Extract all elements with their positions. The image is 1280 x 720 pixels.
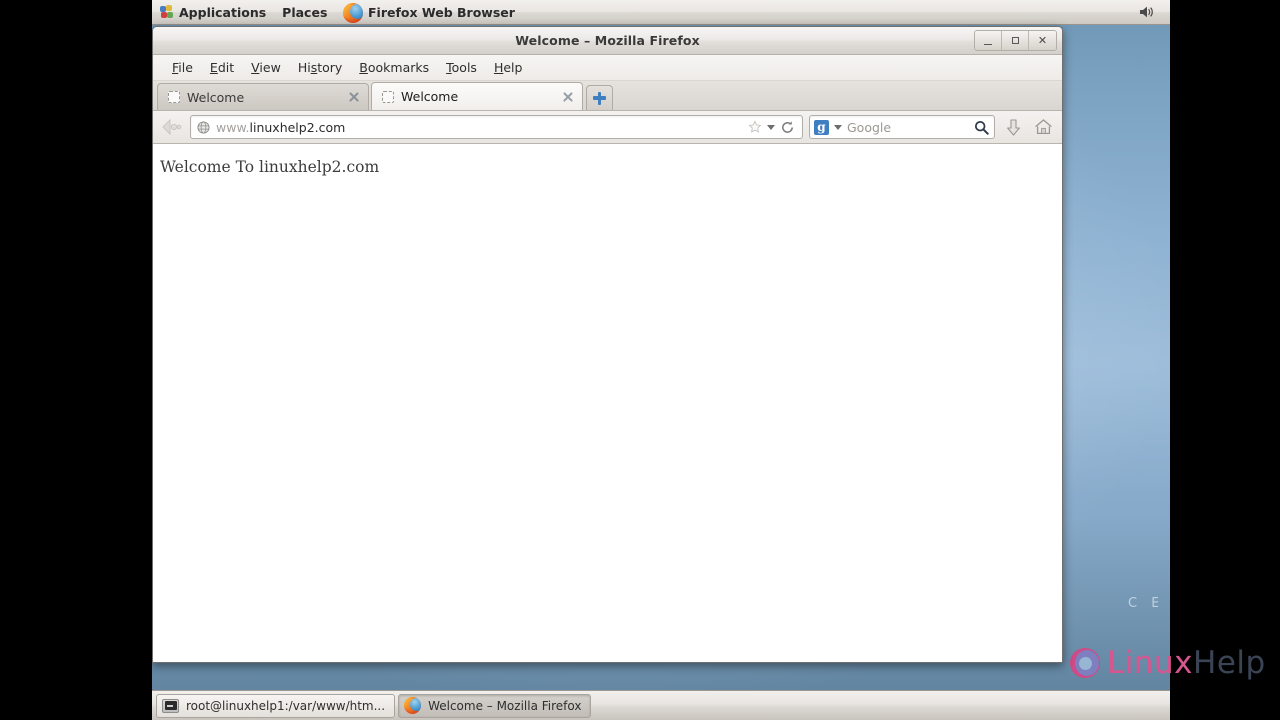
firefox-icon (343, 2, 363, 23)
search-icon[interactable] (974, 120, 989, 135)
window-title: Welcome – Mozilla Firefox (515, 33, 700, 48)
menu-bookmarks[interactable]: Bookmarks (352, 58, 436, 77)
terminal-icon (162, 698, 179, 713)
url-host: linuxhelp2.com (249, 119, 346, 135)
tab-label: Welcome (401, 89, 459, 104)
maximize-button[interactable] (1002, 31, 1029, 50)
home-icon (1034, 119, 1052, 135)
plus-icon (593, 91, 606, 105)
downloads-arrow-icon (1006, 118, 1020, 136)
new-tab-button[interactable] (586, 85, 613, 110)
linuxhelp-watermark: LinuxHelp (1070, 645, 1266, 681)
taskbar-item-terminal[interactable]: root@linuxhelp1:/var/www/htm... (156, 693, 396, 718)
downloads-button[interactable] (1001, 115, 1025, 139)
wordmark-linux: Linux (1107, 645, 1194, 681)
tab-strip: Welcome Welcome (153, 81, 1062, 111)
menu-bar: File Edit View History Bookmarks Tools H… (153, 55, 1062, 81)
menu-file[interactable]: File (165, 58, 200, 77)
applications-menu[interactable]: Applications (152, 1, 274, 24)
volume-icon[interactable] (1138, 5, 1156, 19)
menu-view[interactable]: View (244, 58, 288, 77)
menu-history[interactable]: History (291, 58, 349, 77)
close-button[interactable]: ✕ (1029, 31, 1056, 50)
page-heading: Welcome To linuxhelp2.com (160, 158, 380, 176)
taskbar-item-label: root@linuxhelp1:/var/www/htm... (186, 698, 386, 713)
centos-watermark: C E (1128, 596, 1158, 611)
tab-label: Welcome (187, 89, 245, 105)
menu-edit[interactable]: Edit (203, 58, 241, 77)
minimize-button[interactable] (975, 31, 1002, 50)
address-bar-actions (748, 120, 798, 135)
taskbar-item-label: Welcome – Mozilla Firefox (428, 698, 582, 713)
tab-close-icon[interactable] (561, 90, 575, 104)
firefox-icon (404, 697, 422, 714)
menu-help[interactable]: Help (487, 58, 530, 77)
google-g-logo[interactable]: g (814, 119, 829, 135)
window-controls: ✕ (974, 30, 1057, 51)
search-engine-chevron-icon[interactable] (834, 124, 842, 130)
menu-tools[interactable]: Tools (439, 58, 484, 77)
tab-close-icon[interactable] (347, 90, 361, 104)
places-menu-label: Places (282, 4, 328, 20)
firefox-window: Welcome – Mozilla Firefox ✕ File Edit Vi… (152, 26, 1063, 663)
window-list-taskbar: root@linuxhelp1:/var/www/htm... Welcome … (152, 690, 1170, 720)
globe-icon (197, 120, 210, 134)
star-icon[interactable] (748, 120, 762, 134)
back-forward-icon (162, 119, 182, 135)
wordmark-help: Help (1193, 645, 1266, 681)
applications-menu-label: Applications (179, 4, 267, 20)
linuxhelp-wordmark: LinuxHelp (1107, 645, 1266, 681)
navigation-toolbar: www.linuxhelp2.com g Google (153, 111, 1062, 144)
active-window-menu[interactable]: Firefox Web Browser (335, 1, 523, 24)
tab-welcome-1[interactable]: Welcome (157, 83, 369, 110)
search-bar[interactable]: g Google (809, 115, 995, 139)
gnome-top-panel: Applications Places Firefox Web Browser (152, 0, 1170, 25)
chevron-down-icon[interactable] (767, 124, 775, 130)
window-titlebar[interactable]: Welcome – Mozilla Firefox ✕ (153, 27, 1062, 55)
url-scheme-prefix: www. (216, 119, 250, 135)
home-button[interactable] (1031, 115, 1055, 139)
back-forward-button[interactable] (160, 116, 184, 138)
places-menu[interactable]: Places (274, 1, 335, 24)
active-window-label: Firefox Web Browser (368, 5, 515, 20)
taskbar-item-firefox[interactable]: Welcome – Mozilla Firefox (398, 693, 592, 718)
applications-icon (160, 5, 174, 19)
linuxhelp-swirl-icon (1070, 648, 1100, 678)
page-content: Welcome To linuxhelp2.com (153, 144, 1062, 662)
screen: C E LinuxHelp Applications Places Firefo… (0, 0, 1280, 720)
tab-favicon (168, 91, 180, 103)
reload-icon[interactable] (780, 120, 795, 135)
tab-favicon (382, 90, 394, 103)
address-bar[interactable]: www.linuxhelp2.com (190, 115, 803, 139)
search-input[interactable]: Google (847, 120, 969, 135)
address-bar-text: www.linuxhelp2.com (216, 120, 742, 135)
tab-welcome-2[interactable]: Welcome (371, 82, 583, 110)
